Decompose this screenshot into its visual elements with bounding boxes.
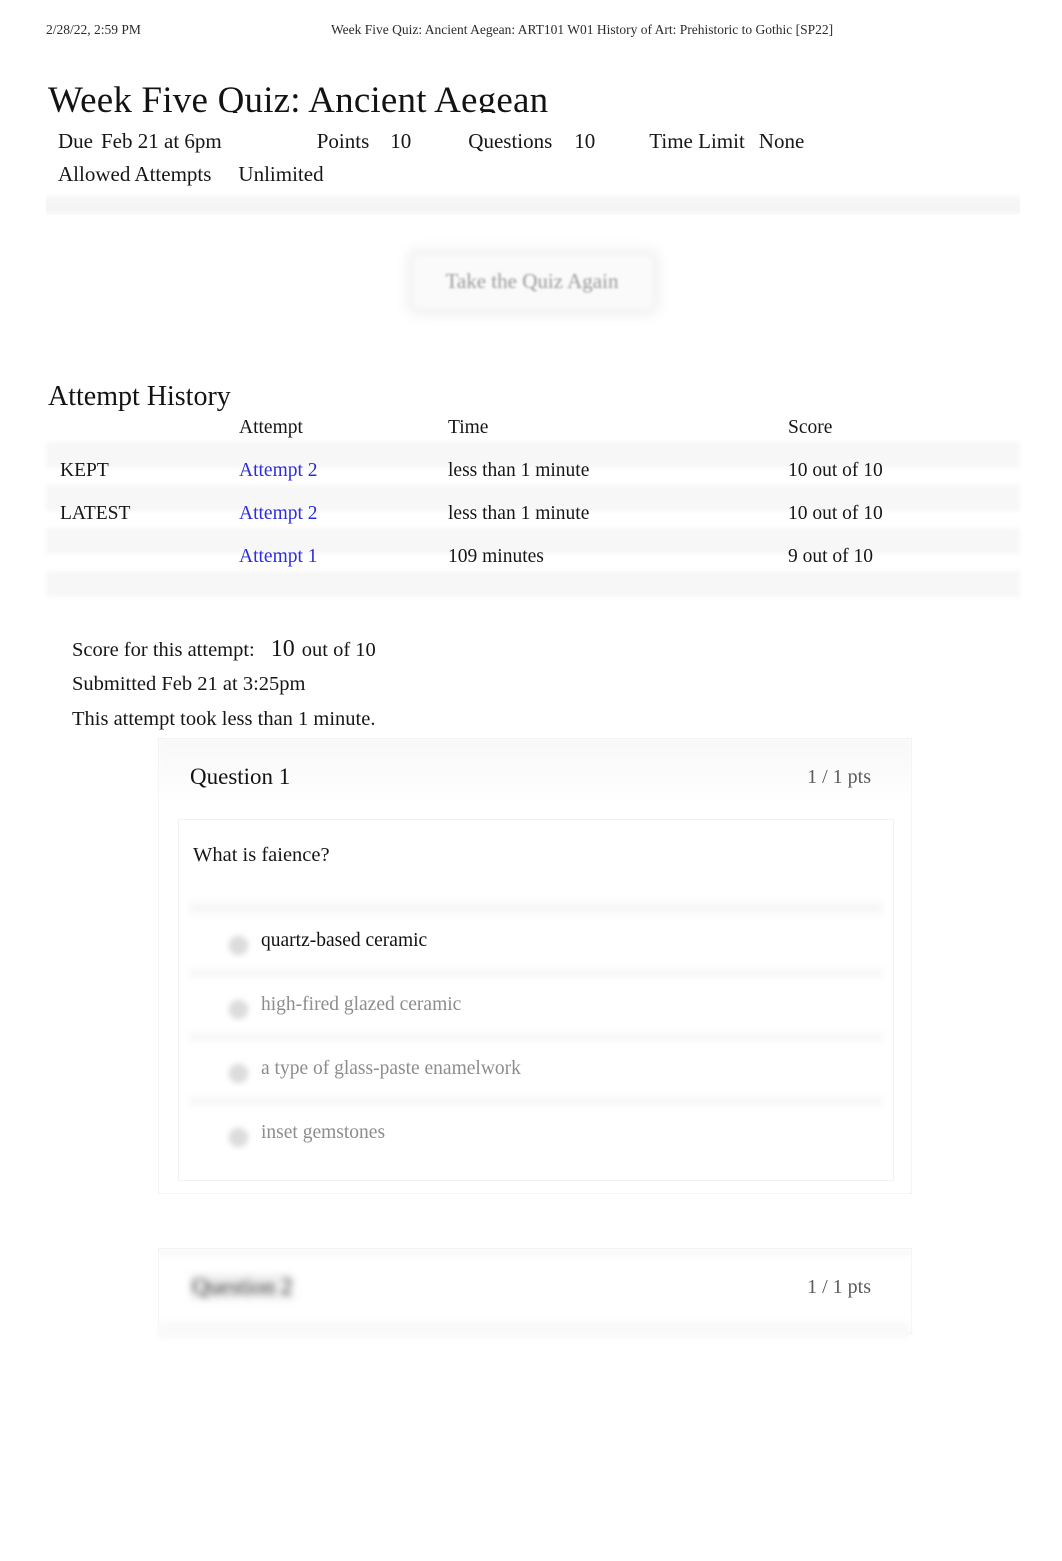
attempt-history-table: Attempt Time Score KEPT Attempt 2 less t… <box>46 412 1020 616</box>
question-body: What is faience? quartz-based ceramic hi… <box>178 819 894 1181</box>
column-header-time: Time <box>448 417 489 438</box>
table-header-row: Attempt Time Score <box>46 417 1020 445</box>
radio-button-icon[interactable] <box>229 1128 248 1147</box>
duration-line: This attempt took less than 1 minute. <box>72 708 376 730</box>
answers-divider <box>189 902 883 914</box>
allowed-attempts-label: Allowed Attempts <box>58 162 212 186</box>
attempt-history-heading: Attempt History <box>48 381 231 413</box>
print-document-title: Week Five Quiz: Ancient Aegean: ART101 W… <box>331 22 834 37</box>
attempt-score: 9 out of 10 <box>788 546 874 567</box>
answer-option[interactable]: inset gemstones <box>179 1108 893 1172</box>
answer-row-band <box>189 1096 883 1106</box>
questions-label: Questions <box>468 129 553 153</box>
column-header-attempt: Attempt <box>239 417 303 438</box>
take-quiz-again-button[interactable]: Take the Quiz Again <box>406 247 658 315</box>
answer-option-label: inset gemstones <box>261 1122 386 1143</box>
column-header-score: Score <box>788 417 833 438</box>
attempt-score: 10 out of 10 <box>788 503 883 524</box>
attempt-flag: KEPT <box>60 460 109 481</box>
points-value: 10 <box>390 129 412 153</box>
radio-button-icon[interactable] <box>229 1064 248 1083</box>
score-suffix: out of 10 <box>301 639 376 661</box>
attempt-time: less than 1 minute <box>448 460 590 481</box>
due-value: Feb 21 at 6pm <box>101 129 222 153</box>
table-row: KEPT Attempt 2 less than 1 minute 10 out… <box>46 460 1020 488</box>
answer-options-list: quartz-based ceramic high-fired glazed c… <box>179 916 893 1172</box>
answer-option[interactable]: a type of glass-paste enamelwork <box>179 1044 893 1108</box>
attempt-summary: Score for this attempt: 10 out of 10 Submi… <box>72 632 772 737</box>
question-card-bottom-band <box>158 1322 910 1338</box>
question-header: Question 2 1 / 1 pts <box>159 1249 911 1327</box>
attempt-link[interactable]: Attempt 1 <box>239 546 318 567</box>
due-label: Due <box>58 129 93 153</box>
questions-value: 10 <box>574 129 596 153</box>
table-row: LATEST Attempt 2 less than 1 minute 10 o… <box>46 503 1020 531</box>
question-title: Question 1 <box>190 764 291 789</box>
time-limit-label: Time Limit <box>649 129 745 153</box>
answer-option-label: high-fired glazed ceramic <box>261 994 462 1015</box>
answer-row-band <box>189 1032 883 1042</box>
question-title: Question 2 <box>190 1274 295 1300</box>
print-header: 2/28/22, 2:59 PM Week Five Quiz: Ancient… <box>0 22 1062 42</box>
attempt-time: less than 1 minute <box>448 503 590 524</box>
points-label: Points <box>316 129 370 153</box>
attempt-score-line: Score for this attempt: 10 out of 10 <box>72 632 772 667</box>
score-value: 10 <box>270 636 295 662</box>
attempt-link-cell: Attempt 2 <box>239 503 318 525</box>
take-quiz-again-label: Take the Quiz Again <box>445 269 619 293</box>
time-limit-value: None <box>758 129 805 153</box>
attempt-link-cell: Attempt 1 <box>239 546 318 568</box>
answer-option-label: a type of glass-paste enamelwork <box>261 1058 521 1079</box>
question-prompt: What is faience? <box>193 844 330 866</box>
row-band <box>46 571 1020 597</box>
score-label: Score for this attempt: <box>72 639 255 661</box>
radio-button-icon[interactable] <box>229 1000 248 1019</box>
attempt-time: 109 minutes <box>448 546 544 567</box>
answer-row-band <box>189 968 883 978</box>
quiz-meta-box: Due Feb 21 at 6pm Points 10 Questions 10 Time … <box>46 113 1020 215</box>
question-points: 1 / 1 pts <box>807 1276 871 1298</box>
attempt-link[interactable]: Attempt 2 <box>239 460 318 481</box>
attempt-link-cell: Attempt 2 <box>239 460 318 482</box>
radio-button-icon[interactable] <box>229 936 248 955</box>
print-date: 2/28/22, 2:59 PM <box>46 22 141 37</box>
answer-option-label: quartz-based ceramic <box>261 930 428 951</box>
answer-option[interactable]: high-fired glazed ceramic <box>179 980 893 1044</box>
question-card: Question 1 1 / 1 pts What is faience? qu… <box>158 738 912 1194</box>
attempt-link[interactable]: Attempt 2 <box>239 503 318 524</box>
attempt-flag: LATEST <box>60 503 131 524</box>
submitted-line: Submitted Feb 21 at 3:25pm <box>72 673 306 695</box>
question-points: 1 / 1 pts <box>807 766 871 788</box>
attempt-score: 10 out of 10 <box>788 460 883 481</box>
table-row: Attempt 1 109 minutes 9 out of 10 <box>46 546 1020 574</box>
answer-option[interactable]: quartz-based ceramic <box>179 916 893 980</box>
allowed-attempts-value: Unlimited <box>238 162 324 186</box>
question-header: Question 1 1 / 1 pts <box>159 739 911 817</box>
quiz-meta-row-secondary: Allowed Attempts Unlimited <box>58 162 324 187</box>
quiz-meta-row-primary: Due Feb 21 at 6pm Points 10 Questions 10 Time … <box>58 129 804 154</box>
